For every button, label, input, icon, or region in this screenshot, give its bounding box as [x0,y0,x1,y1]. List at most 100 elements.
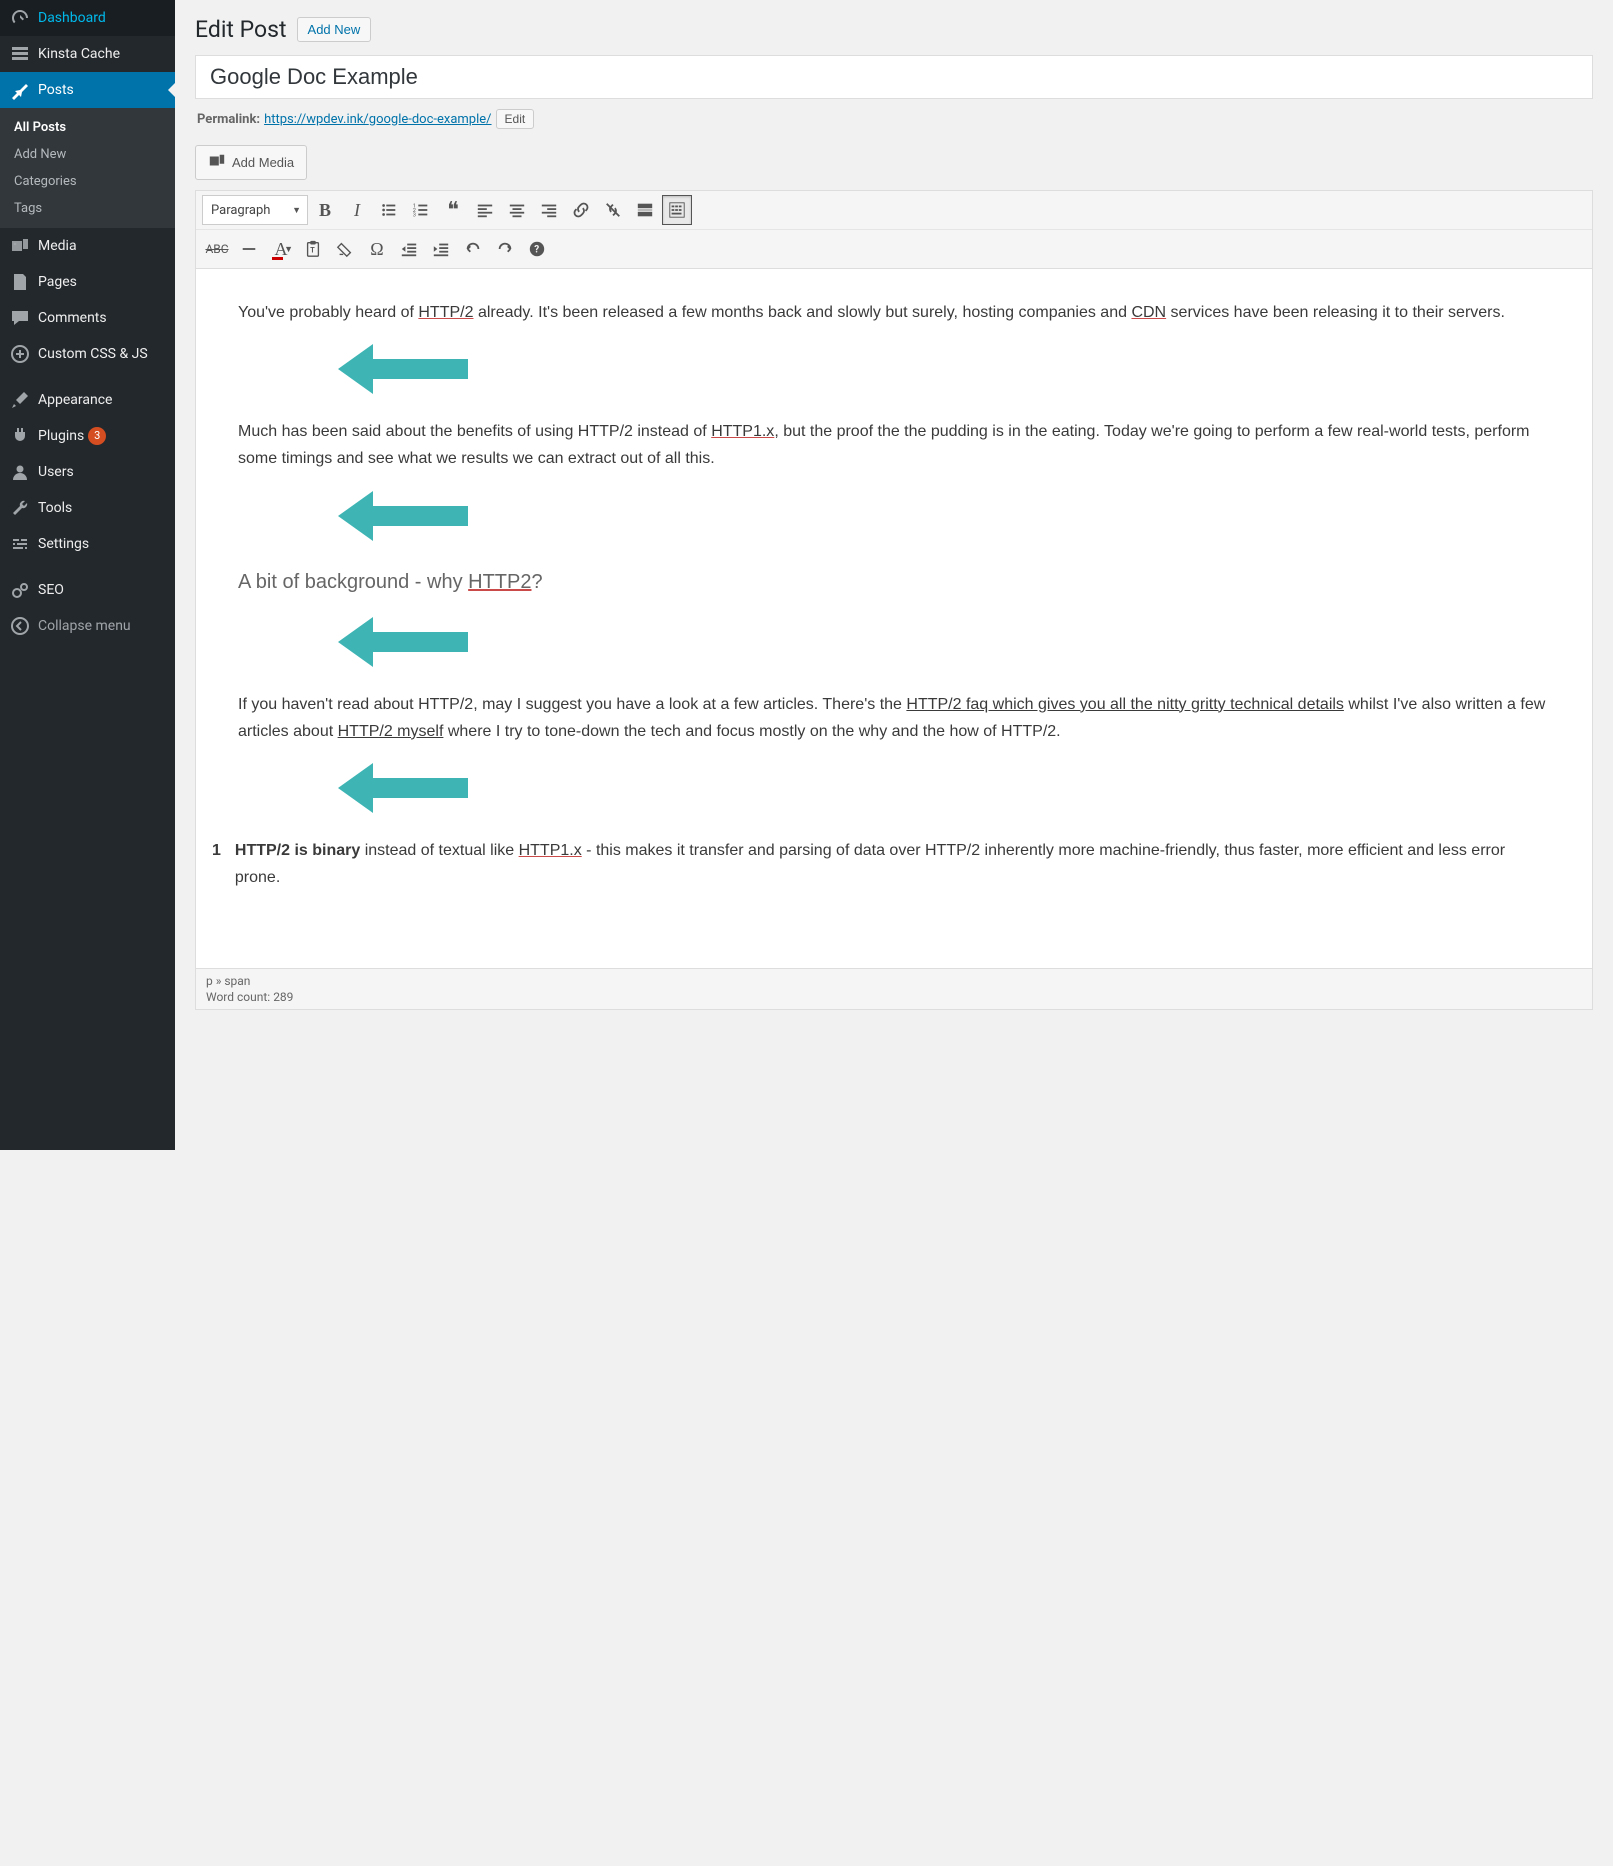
sidebar-item-comments[interactable]: Comments [0,300,175,336]
paragraph: You've probably heard of HTTP/2 already.… [238,299,1550,326]
seo-icon [10,580,30,600]
sidebar-item-label: Plugins [38,428,84,444]
editor-content[interactable]: You've probably heard of HTTP/2 already.… [195,269,1593,969]
sidebar-item-posts[interactable]: Posts [0,72,175,108]
sidebar-item-label: Collapse menu [38,618,131,634]
sliders-icon [10,534,30,554]
plug-icon [10,426,30,446]
sidebar-collapse[interactable]: Collapse menu [0,608,175,644]
editor-status-bar: p » span Word count: 289 [195,969,1593,1010]
align-right-button[interactable] [534,195,564,225]
editor-toolbar: Paragraph B I 123 ❝ ABC A▼ T Ω [195,190,1593,269]
list-icon [10,44,30,64]
permalink-row: Permalink: https://wpdev.ink/google-doc-… [195,99,1593,139]
heading: A bit of background - why HTTP2? [238,565,1550,599]
post-title-input[interactable] [195,55,1593,99]
blockquote-button[interactable]: ❝ [438,195,468,225]
word-count: Word count: 289 [206,989,1582,1005]
numbered-list-button[interactable]: 123 [406,195,436,225]
horizontal-rule-button[interactable] [234,234,264,264]
sidebar-subitem-all-posts[interactable]: All Posts [0,114,175,141]
chevron-left-circle-icon [10,616,30,636]
svg-text:T: T [310,246,315,255]
sidebar-item-label: Pages [38,274,77,290]
sidebar-item-seo[interactable]: SEO [0,572,175,608]
sidebar-item-label: Tools [38,500,72,516]
sidebar-item-label: Dashboard [38,10,106,26]
sidebar-item-appearance[interactable]: Appearance [0,382,175,418]
unlink-button[interactable] [598,195,628,225]
toolbar-toggle-button[interactable] [662,195,692,225]
sidebar-item-dashboard[interactable]: Dashboard [0,0,175,36]
user-icon [10,462,30,482]
sidebar-item-plugins[interactable]: Plugins 3 [0,418,175,454]
comment-icon [10,308,30,328]
svg-text:?: ? [534,245,539,256]
sidebar-item-label: Settings [38,536,89,552]
plus-circle-icon [10,344,30,364]
sidebar-subitem-add-new[interactable]: Add New [0,141,175,168]
gauge-icon [10,8,30,28]
paragraph: If you haven't read about HTTP/2, may I … [238,691,1550,745]
sidebar-item-pages[interactable]: Pages [0,264,175,300]
sidebar-item-users[interactable]: Users [0,454,175,490]
sidebar-item-kinsta-cache[interactable]: Kinsta Cache [0,36,175,72]
arrow-graphic [338,617,1550,667]
sidebar-subitem-categories[interactable]: Categories [0,168,175,195]
italic-button[interactable]: I [342,195,372,225]
text-color-button[interactable]: A▼ [266,234,296,264]
undo-button[interactable] [458,234,488,264]
brush-icon [10,390,30,410]
add-new-button[interactable]: Add New [297,17,372,42]
main-content: Edit Post Add New Permalink: https://wpd… [175,0,1613,1150]
sidebar-item-custom-css-js[interactable]: Custom CSS & JS [0,336,175,372]
sidebar-item-label: Custom CSS & JS [38,346,148,362]
outdent-button[interactable] [394,234,424,264]
sidebar-item-label: Comments [38,310,107,326]
clear-formatting-button[interactable] [330,234,360,264]
media-icon [208,152,226,173]
arrow-graphic [338,344,1550,394]
page-title: Edit Post [195,16,287,43]
element-path: p » span [206,973,1582,989]
sidebar-item-label: Users [38,464,74,480]
align-left-button[interactable] [470,195,500,225]
sidebar-item-label: SEO [38,582,64,598]
add-media-button[interactable]: Add Media [195,145,307,180]
svg-text:3: 3 [413,212,416,218]
sidebar-item-settings[interactable]: Settings [0,526,175,562]
format-select[interactable]: Paragraph [202,195,308,225]
sidebar-item-label: Appearance [38,392,112,408]
sidebar-subitem-tags[interactable]: Tags [0,195,175,222]
bold-button[interactable]: B [310,195,340,225]
paste-text-button[interactable]: T [298,234,328,264]
sidebar-item-tools[interactable]: Tools [0,490,175,526]
sidebar-item-media[interactable]: Media [0,228,175,264]
page-icon [10,272,30,292]
admin-sidebar: Dashboard Kinsta Cache Posts All Posts A… [0,0,175,1150]
arrow-graphic [338,763,1550,813]
permalink-link[interactable]: https://wpdev.ink/google-doc-example/ [264,112,491,127]
plugins-badge: 3 [88,427,106,445]
arrow-graphic [338,491,1550,541]
strikethrough-button[interactable]: ABC [202,234,232,264]
media-icon [10,236,30,256]
indent-button[interactable] [426,234,456,264]
sidebar-item-label: Kinsta Cache [38,46,120,62]
bulleted-list-button[interactable] [374,195,404,225]
pin-icon [10,80,30,100]
help-button[interactable]: ? [522,234,552,264]
sidebar-submenu-posts: All Posts Add New Categories Tags [0,108,175,228]
link-button[interactable] [566,195,596,225]
permalink-label: Permalink: [197,112,260,127]
sidebar-item-label: Posts [38,82,74,98]
align-center-button[interactable] [502,195,532,225]
paragraph: Much has been said about the benefits of… [238,418,1550,472]
special-character-button[interactable]: Ω [362,234,392,264]
redo-button[interactable] [490,234,520,264]
read-more-button[interactable] [630,195,660,225]
wrench-icon [10,498,30,518]
sidebar-item-label: Media [38,238,77,254]
permalink-edit-button[interactable]: Edit [496,109,535,129]
ordered-list-item: 1 HTTP/2 is binary instead of textual li… [212,837,1550,891]
